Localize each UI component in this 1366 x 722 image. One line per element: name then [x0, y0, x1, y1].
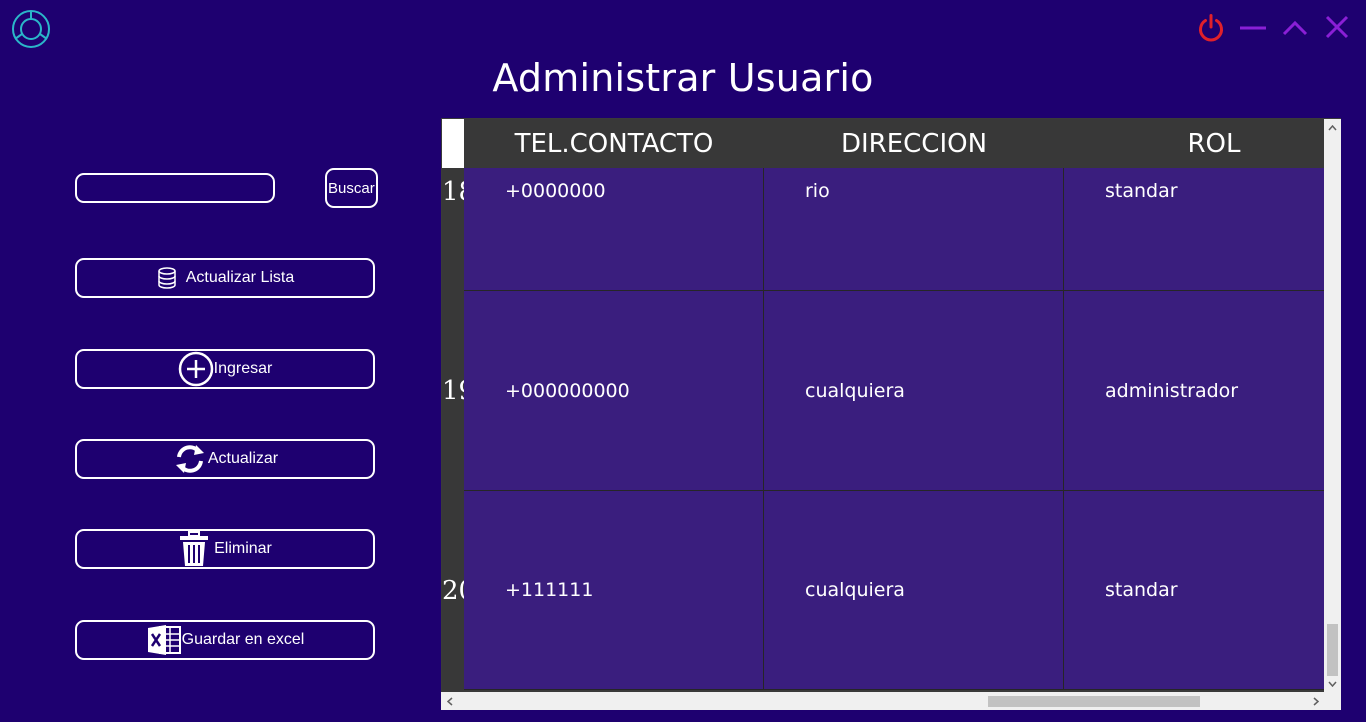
cell-rol[interactable]: administrador — [1064, 291, 1324, 490]
cell-rol[interactable]: standar — [1064, 491, 1324, 689]
search-button-label: Buscar — [328, 179, 375, 197]
table-body: +0000000 rio standar +000000000 cualquie… — [464, 168, 1324, 690]
refresh-list-button[interactable]: Actualizar Lista — [75, 258, 375, 298]
save-excel-button[interactable]: Guardar en excel — [75, 620, 375, 660]
search-input[interactable] — [75, 173, 275, 203]
vertical-scrollbar[interactable] — [1324, 119, 1341, 692]
page-title-text: Administrar Usuario — [492, 56, 874, 100]
column-header-direccion[interactable]: DIRECCION — [764, 119, 1064, 168]
column-header-tel[interactable]: TEL.CONTACTO — [464, 119, 764, 168]
refresh-icon — [172, 441, 208, 477]
minimize-button[interactable] — [1238, 12, 1268, 42]
column-header-rol[interactable]: ROL — [1064, 119, 1341, 168]
power-icon — [1199, 14, 1223, 42]
row-header[interactable]: 18 — [442, 177, 464, 207]
delete-user-label: Eliminar — [214, 540, 272, 557]
cell-direccion[interactable]: cualquiera — [764, 291, 1064, 490]
cell-tel[interactable]: +000000000 — [464, 291, 764, 490]
power-button[interactable] — [1196, 12, 1226, 42]
table-header: TEL.CONTACTO DIRECCION ROL — [464, 119, 1324, 168]
scroll-left-arrow-icon[interactable] — [441, 692, 458, 710]
scroll-right-arrow-icon[interactable] — [1307, 692, 1324, 710]
table-corner[interactable] — [442, 119, 464, 168]
window-controls — [1196, 12, 1352, 42]
horizontal-scrollbar[interactable] — [441, 692, 1341, 710]
plus-circle-icon — [178, 351, 214, 387]
cell-direccion[interactable]: cualquiera — [764, 491, 1064, 689]
update-user-label: Actualizar — [207, 450, 279, 467]
close-button[interactable] — [1322, 12, 1352, 42]
cell-tel[interactable]: +111111 — [464, 491, 764, 689]
cell-tel[interactable]: +0000000 — [464, 168, 764, 290]
close-icon — [1325, 15, 1349, 39]
add-user-button[interactable]: Ingresar — [75, 349, 375, 389]
scroll-down-arrow-icon[interactable] — [1324, 675, 1341, 692]
add-user-label: Ingresar — [213, 360, 273, 377]
scroll-up-arrow-icon[interactable] — [1324, 119, 1341, 136]
row-header[interactable]: 19 — [442, 376, 464, 406]
update-user-button[interactable]: Actualizar — [75, 439, 375, 479]
excel-icon — [146, 623, 182, 657]
database-icon — [156, 266, 178, 290]
search-button[interactable]: Buscar — [325, 168, 378, 208]
table-row[interactable]: +111111 cualquiera standar — [464, 491, 1324, 690]
save-excel-label: Guardar en excel — [181, 631, 305, 648]
row-header[interactable]: 20 — [442, 576, 464, 606]
minimize-icon — [1240, 26, 1266, 30]
table-row[interactable]: +0000000 rio standar — [464, 168, 1324, 291]
row-header-column: 18 19 20 — [442, 168, 464, 690]
table-row[interactable]: +000000000 cualquiera administrador — [464, 291, 1324, 491]
chevron-up-icon — [1282, 20, 1308, 36]
page-title: Administrar Usuario — [0, 56, 1366, 100]
cell-rol[interactable]: standar — [1064, 168, 1324, 290]
maximize-button[interactable] — [1280, 12, 1310, 42]
delete-user-button[interactable]: Eliminar — [75, 529, 375, 569]
app-logo-icon — [10, 8, 52, 50]
horizontal-scroll-thumb[interactable] — [988, 696, 1200, 707]
vertical-scroll-thumb[interactable] — [1327, 624, 1338, 676]
trash-icon — [178, 530, 210, 568]
cell-direccion[interactable]: rio — [764, 168, 1064, 290]
refresh-list-label: Actualizar Lista — [185, 269, 295, 286]
users-table: TEL.CONTACTO DIRECCION ROL 18 19 20 +000… — [441, 118, 1341, 710]
